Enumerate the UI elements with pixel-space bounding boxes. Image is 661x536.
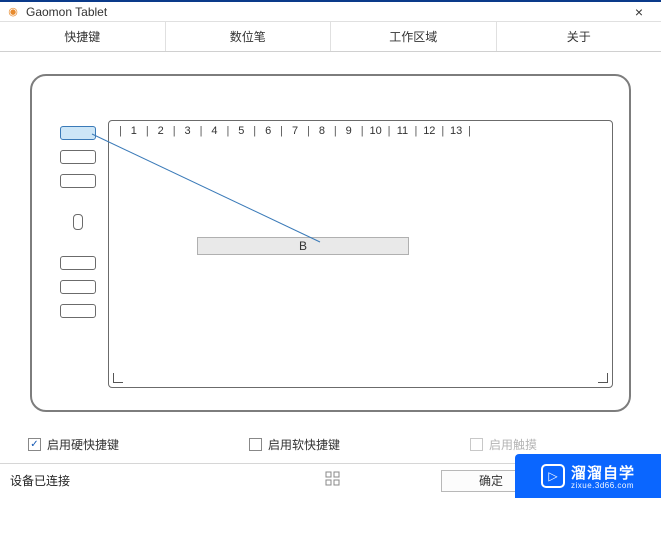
tab-pen[interactable]: 数位笔 — [166, 22, 332, 51]
grid-icon[interactable] — [325, 471, 341, 490]
active-area: |1 |2 |3 |4 |5 |6 |7 |8 |9 |10 |11 |12 |… — [108, 120, 613, 388]
tablet-diagram: |1 |2 |3 |4 |5 |6 |7 |8 |9 |10 |11 |12 |… — [30, 74, 631, 412]
checkbox-hard-keys[interactable]: ✓ 启用硬快捷键 — [28, 436, 119, 453]
key-mapping-label: B — [299, 239, 307, 253]
watermark-brand: 溜溜自学 — [571, 465, 635, 482]
watermark-badge: ▷ 溜溜自学 zixue.3d66.com — [515, 454, 661, 498]
check-icon — [470, 438, 483, 451]
express-key-4[interactable] — [60, 256, 96, 270]
key-mapping-field[interactable]: B — [197, 237, 409, 255]
check-icon: ✓ — [28, 438, 41, 451]
watermark-url: zixue.3d66.com — [571, 481, 635, 490]
express-key-5[interactable] — [60, 280, 96, 294]
window-title: Gaomon Tablet — [26, 5, 621, 19]
app-icon: ◉ — [6, 5, 20, 19]
corner-marker-br — [598, 373, 608, 383]
play-icon: ▷ — [541, 464, 565, 488]
tab-work-area[interactable]: 工作区域 — [331, 22, 497, 51]
express-key-6[interactable] — [60, 304, 96, 318]
tab-shortcut-keys[interactable]: 快捷键 — [0, 22, 166, 51]
touch-ring[interactable] — [73, 214, 83, 230]
express-key-2[interactable] — [60, 150, 96, 164]
corner-marker-bl — [113, 373, 123, 383]
titlebar: ◉ Gaomon Tablet × — [0, 0, 661, 22]
ruler: |1 |2 |3 |4 |5 |6 |7 |8 |9 |10 |11 |12 |… — [109, 121, 612, 137]
check-icon — [249, 438, 262, 451]
checkbox-hard-keys-label: 启用硬快捷键 — [47, 436, 119, 453]
tab-bar: 快捷键 数位笔 工作区域 关于 — [0, 22, 661, 52]
express-key-3[interactable] — [60, 174, 96, 188]
tab-about[interactable]: 关于 — [497, 22, 661, 51]
express-keys-column — [48, 120, 108, 388]
checkbox-touch-label: 启用触摸 — [489, 436, 537, 453]
status-text: 设备已连接 — [10, 472, 70, 489]
checkbox-soft-keys-label: 启用软快捷键 — [268, 436, 340, 453]
checkbox-soft-keys[interactable]: 启用软快捷键 — [249, 436, 340, 453]
main-panel: |1 |2 |3 |4 |5 |6 |7 |8 |9 |10 |11 |12 |… — [0, 52, 661, 422]
express-key-1[interactable] — [60, 126, 96, 140]
checkbox-touch: 启用触摸 — [470, 436, 537, 453]
close-button[interactable]: × — [621, 4, 657, 20]
